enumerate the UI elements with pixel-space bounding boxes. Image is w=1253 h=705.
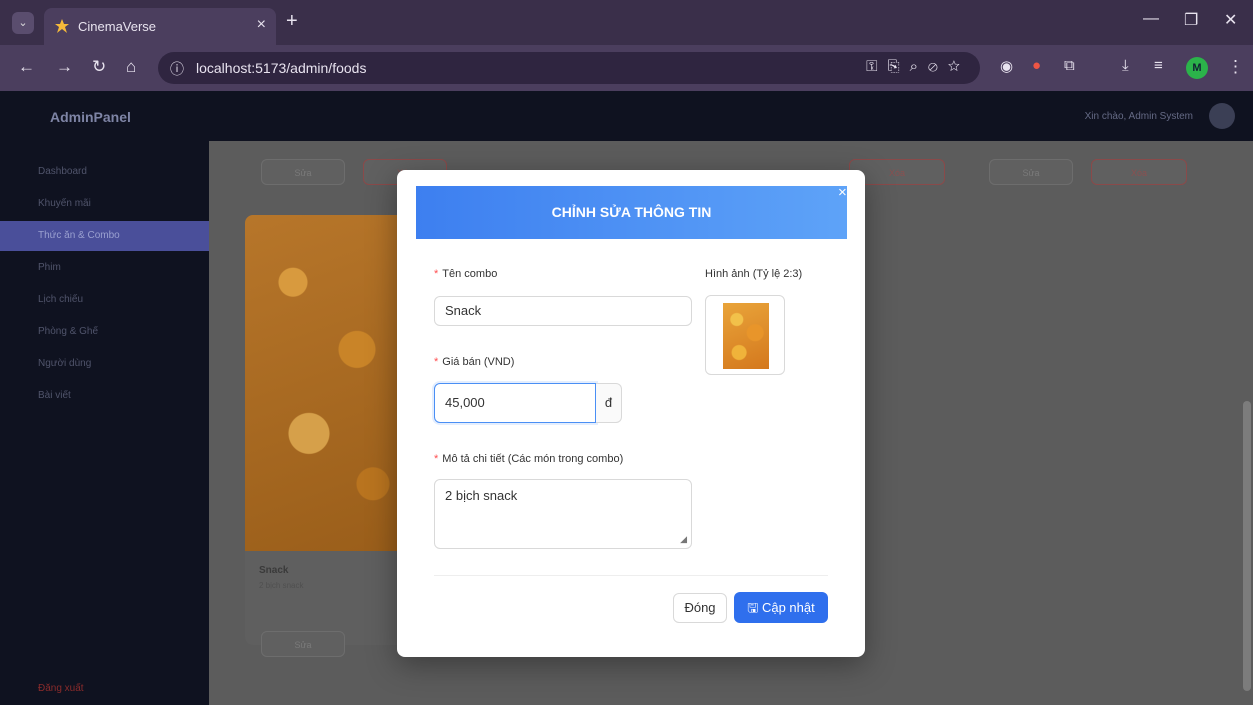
close-button[interactable]: Đóng (673, 593, 727, 623)
sidebar-item-users[interactable]: Người dùng (0, 349, 209, 379)
restore-icon[interactable]: ❐ (1184, 10, 1198, 30)
reading-list-icon[interactable]: ≡ (1154, 57, 1163, 74)
address-bar[interactable]: ⓘ localhost:5173/admin/foods ⚿⎘⌕⊘☆ (158, 52, 980, 84)
window-close-icon[interactable]: ✕ (1224, 10, 1237, 30)
tab-close-icon[interactable]: × (257, 16, 266, 34)
required-mark: * (434, 453, 439, 465)
food-name: Snack (259, 565, 289, 576)
food-desc: 2 bịch snack (259, 581, 304, 590)
card-edit-button[interactable]: Sửa (261, 159, 345, 185)
minimize-icon[interactable]: — (1143, 10, 1159, 28)
user-greeting: Xin chào, Admin System (1084, 111, 1193, 122)
sidebar-item-rooms[interactable]: Phòng & Ghế (0, 317, 209, 347)
tab-search-icon[interactable]: ⌄ (12, 12, 34, 34)
new-tab-icon[interactable]: + (286, 10, 298, 33)
modal-title: CHỈNH SỬA THÔNG TIN (551, 204, 712, 220)
currency-addon: đ (596, 383, 622, 423)
food-card[interactable]: Snack 2 bịch snack (245, 215, 405, 645)
combo-image-thumbnail (723, 303, 769, 369)
sidebar-item-foods[interactable]: Thức ăn & Combo (0, 221, 209, 251)
cinemaverse-favicon-icon (55, 19, 69, 33)
required-mark: * (434, 268, 439, 280)
extensions-puzzle-icon[interactable]: ⧉ (1064, 57, 1075, 74)
download-icon[interactable]: ⤓ (1122, 57, 1129, 74)
image-upload[interactable] (705, 295, 785, 375)
home-icon[interactable]: ⌂ (126, 57, 136, 77)
food-image (245, 215, 405, 551)
card-edit-button[interactable]: Sửa (261, 631, 345, 657)
update-button[interactable]: 🖫 Cập nhật (734, 592, 828, 623)
browser-tabbar: ⌄ CinemaVerse × + — ❐ ✕ (0, 0, 1253, 45)
card-delete-button[interactable]: Xóa (1091, 159, 1187, 185)
app-logo: AdminPanel (50, 109, 131, 125)
reload-icon[interactable]: ↻ (92, 57, 106, 77)
sidebar-item-promotions[interactable]: Khuyến mãi (0, 189, 209, 219)
user-avatar[interactable] (1209, 103, 1235, 129)
description-textarea[interactable]: 2 bịch snack ◢ (434, 479, 692, 549)
price-label: * Giá bán (VND) (434, 356, 515, 368)
logout-button[interactable]: Đăng xuất (38, 683, 84, 694)
description-label: * Mô tả chi tiết (Các món trong combo) (434, 453, 624, 465)
app-header: AdminPanel Xin chào, Admin System (0, 91, 1253, 141)
modal-header: CHỈNH SỬA THÔNG TIN (416, 186, 847, 239)
sidebar-item-posts[interactable]: Bài viết (0, 381, 209, 411)
sidebar-item-showtimes[interactable]: Lịch chiếu (0, 285, 209, 315)
profile-avatar[interactable]: M (1186, 57, 1208, 79)
price-input[interactable]: 45,000 (434, 383, 596, 423)
browser-tab[interactable]: CinemaVerse × (44, 8, 276, 45)
modal-close-icon[interactable]: × (838, 184, 847, 201)
description-text: 2 bịch snack (445, 488, 518, 503)
update-button-label: Cập nhật (761, 600, 815, 615)
scrollbar[interactable] (1243, 401, 1251, 691)
resize-handle-icon[interactable]: ◢ (680, 534, 687, 545)
browser-menu-icon[interactable]: ⋮ (1227, 57, 1244, 77)
address-bar-actions-icon[interactable]: ⚿⎘⌕⊘☆ (866, 58, 970, 75)
browser-toolbar: ← → ↻ ⌂ ⓘ localhost:5173/admin/foods ⚿⎘⌕… (0, 45, 1253, 91)
image-label: Hình ảnh (Tỷ lệ 2:3) (705, 268, 803, 280)
combo-name-input[interactable]: Snack (434, 296, 692, 326)
sidebar-item-movies[interactable]: Phim (0, 253, 209, 283)
modal-footer-divider (434, 575, 828, 576)
save-icon: 🖫 (747, 600, 759, 615)
sidebar-item-dashboard[interactable]: Dashboard (0, 157, 209, 187)
back-icon[interactable]: ← (18, 57, 35, 77)
card-edit-button[interactable]: Sửa (989, 159, 1073, 185)
extension-icon[interactable]: ◉ (1000, 57, 1013, 75)
combo-name-label: * Tên combo (434, 268, 498, 280)
site-info-icon[interactable]: ⓘ (170, 59, 184, 79)
forward-icon[interactable]: → (56, 57, 73, 77)
url-text: localhost:5173/admin/foods (196, 60, 367, 76)
edit-combo-modal: CHỈNH SỬA THÔNG TIN × * Tên combo Hình ản… (397, 170, 865, 657)
sidebar: Dashboard Khuyến mãi Thức ăn & Combo Phi… (0, 141, 209, 705)
required-mark: * (434, 356, 439, 368)
tab-title: CinemaVerse (78, 19, 157, 34)
adblock-icon[interactable]: ● (1032, 57, 1041, 74)
